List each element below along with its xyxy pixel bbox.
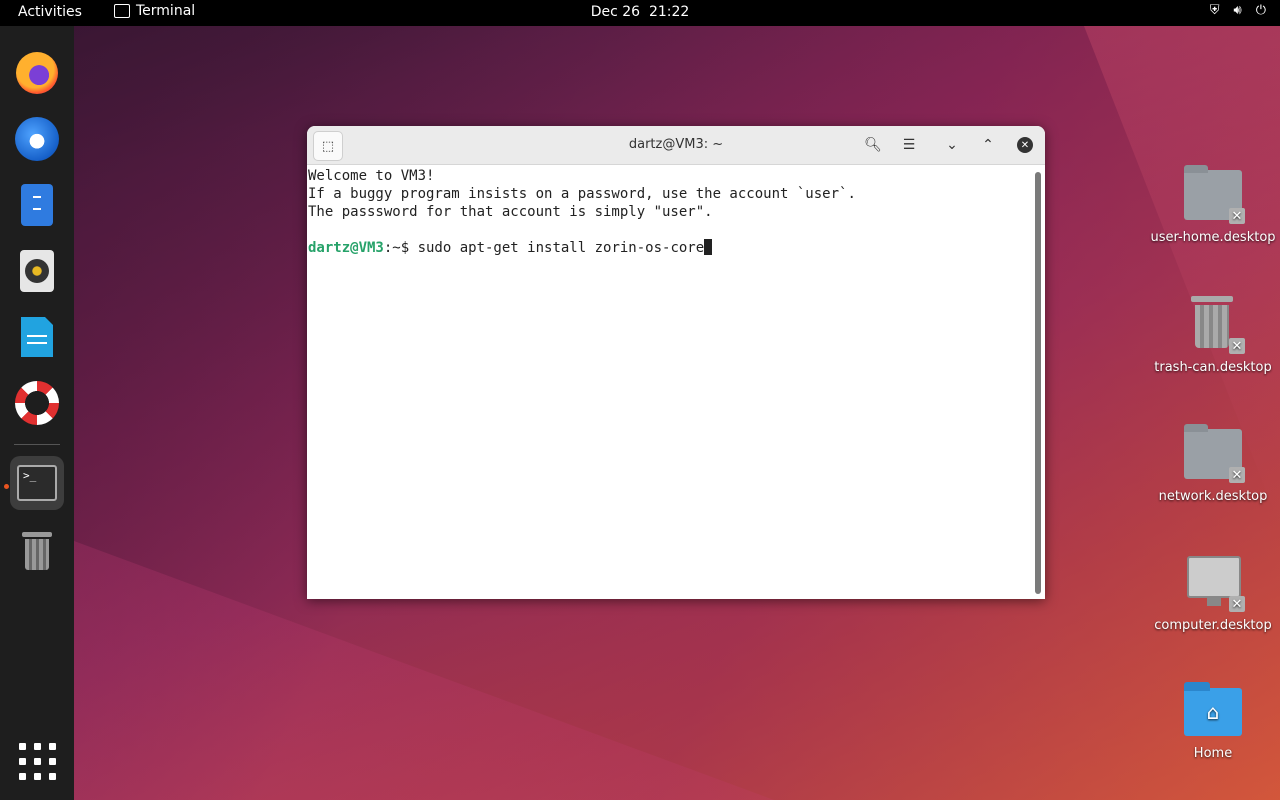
dock-separator [14,444,60,445]
computer-icon [1187,556,1241,606]
desktop-icon-home[interactable]: ⌂ Home [1148,682,1278,761]
maximize-button[interactable]: ⌃ [975,132,1001,158]
terminal-line: Welcome to VM3! [308,168,435,184]
shield-icon[interactable]: ⛨ [1210,3,1220,18]
desktop-icon-label: computer.desktop [1154,618,1272,633]
hamburger-icon: ☰ [902,137,916,153]
close-icon: ✕ [1020,139,1030,151]
scrollbar[interactable] [1035,172,1041,594]
writer-icon [21,317,53,357]
broken-link-icon: ✕ [1229,208,1245,224]
app-grid-icon [19,743,56,780]
volume-icon[interactable]: 🔊︎ [1234,3,1242,18]
text-cursor [704,239,713,255]
search-icon: 🔍︎ [864,137,882,153]
chevron-up-icon: ⌃ [982,137,994,153]
trash-icon [22,532,52,570]
broken-link-icon: ✕ [1229,467,1245,483]
close-button[interactable]: ✕ [1017,137,1033,153]
terminal-line: The passsword for that account is simply… [308,204,713,220]
desktop-icon-label: Home [1193,746,1233,761]
app-menu[interactable]: Terminal [114,3,195,19]
power-icon[interactable]: ⏻ [1256,3,1266,18]
window-titlebar[interactable]: ⬚ dartz@VM3: ~ 🔍︎ ☰ ⌄ ⌃ ✕ [307,126,1045,165]
terminal-icon: >_ [17,465,57,501]
prompt-path: :~$ [383,240,418,256]
search-button[interactable]: 🔍︎ [860,132,886,158]
activities-button[interactable]: Activities [18,4,82,20]
window-title: dartz@VM3: ~ [628,137,724,152]
lifebuoy-icon [15,381,59,425]
clock-button[interactable]: Dec 26 21:22 [591,4,690,20]
top-bar: Activities Terminal Dec 26 21:22 ⛨ 🔊︎ ⏻ [0,0,1280,26]
broken-link-icon: ✕ [1229,338,1245,354]
dock-item-files[interactable] [10,178,64,232]
dock-item-thunderbird[interactable] [10,112,64,166]
terminal-icon [114,4,130,18]
command-text: sudo apt-get install zorin-os-core [417,240,705,256]
desktop-icon-trash-can[interactable]: ✕ trash-can.desktop [1148,296,1278,375]
prompt-user: dartz@VM3 [308,240,384,256]
terminal-content[interactable]: Welcome to VM3! If a buggy program insis… [307,165,1045,599]
dock-item-help[interactable] [10,376,64,430]
dock-item-trash[interactable] [10,524,64,578]
prompt-line: dartz@VM3:~$ sudo apt-get install zorin-… [308,239,713,257]
new-tab-icon: ⬚ [321,138,335,154]
time-label: 21:22 [648,4,690,20]
dock-item-writer[interactable] [10,310,64,364]
rhythmbox-icon [20,250,54,292]
running-indicator [4,484,9,489]
dock: >_ [0,26,74,800]
new-tab-button[interactable]: ⬚ [313,131,343,161]
dock-item-rhythmbox[interactable] [10,244,64,298]
home-folder-icon: ⌂ [1184,682,1242,736]
desktop-icon-label: user-home.desktop [1150,230,1276,245]
date-label: Dec 26 [590,4,641,20]
trash-icon [1191,296,1233,348]
desktop-icon-computer[interactable]: ✕ computer.desktop [1148,554,1278,633]
desktop-icon-network[interactable]: ✕ network.desktop [1148,424,1278,504]
thunderbird-icon [15,117,59,161]
minimize-button[interactable]: ⌄ [939,132,965,158]
terminal-window: ⬚ dartz@VM3: ~ 🔍︎ ☰ ⌄ ⌃ ✕ Welcome to VM3… [307,126,1045,599]
files-icon [21,184,53,226]
desktop-icon-user-home[interactable]: ✕ user-home.desktop [1148,165,1278,245]
terminal-line: If a buggy program insists on a password… [308,186,856,202]
desktop-icon-label: trash-can.desktop [1154,360,1272,375]
menu-button[interactable]: ☰ [896,132,922,158]
dock-item-firefox[interactable] [10,46,64,100]
firefox-icon [16,52,58,94]
dock-item-terminal[interactable]: >_ [10,456,64,510]
system-tray[interactable]: ⛨ 🔊︎ ⏻ [1210,3,1266,18]
desktop-icon-label: network.desktop [1158,489,1268,504]
broken-link-icon: ✕ [1229,596,1245,612]
show-apps-button[interactable] [10,734,64,788]
chevron-down-icon: ⌄ [946,137,958,153]
app-menu-label: Terminal [136,3,196,19]
